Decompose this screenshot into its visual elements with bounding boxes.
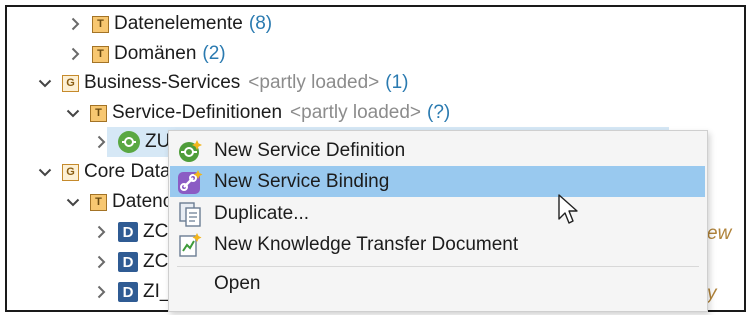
item-count: (1) [385, 72, 409, 93]
chevron-down-icon[interactable] [37, 68, 53, 98]
menu-item-label: Duplicate... [214, 202, 310, 224]
empty-icon-slot [177, 271, 203, 297]
item-count: (8) [248, 13, 273, 34]
tree-item-zc-1[interactable]: D ZC_ [93, 217, 179, 247]
chevron-down-icon[interactable] [65, 187, 81, 217]
type-folder-icon: T [90, 104, 107, 122]
menu-separator [177, 266, 699, 267]
service-binding-icon [177, 169, 203, 195]
tree-item-service-definitionen[interactable]: T Service-Definitionen <partly loaded> (… [65, 98, 450, 128]
item-count: (?) [427, 102, 451, 123]
tree-item-label: Core Data [84, 161, 171, 182]
menu-item-label: Open [214, 272, 261, 294]
service-definition-icon [118, 131, 140, 153]
tree-item-datenelemente[interactable]: T Datenelemente (8) [67, 9, 272, 39]
context-menu: New Service Definition New Service Bindi… [168, 130, 708, 312]
chevron-right-icon[interactable] [93, 217, 109, 247]
menu-item-duplicate[interactable]: Duplicate... [170, 198, 705, 229]
menu-item-new-service-definition[interactable]: New Service Definition [170, 135, 705, 166]
chevron-down-icon[interactable] [65, 98, 81, 128]
tree-item-zui[interactable]: ZUI [93, 127, 176, 157]
tree-item-label: Domänen [114, 43, 197, 64]
group-folder-icon: G [62, 163, 79, 181]
tree-item-core-data[interactable]: G Core Data [37, 157, 171, 187]
duplicate-icon [177, 201, 203, 227]
tree-item-label: Datenelemente [114, 13, 243, 34]
menu-item-new-knowledge-transfer-document[interactable]: New Knowledge Transfer Document [170, 229, 705, 260]
obscured-text: y [707, 283, 717, 304]
partly-loaded-hint: <partly loaded> [248, 72, 380, 93]
knowledge-transfer-icon [177, 232, 203, 258]
service-definition-icon [177, 138, 203, 164]
type-folder-icon: T [92, 45, 109, 63]
type-folder-icon: T [90, 193, 107, 211]
data-definition-icon: D [118, 252, 138, 272]
obscured-text: ew [707, 223, 732, 244]
data-definition-icon: D [118, 282, 138, 302]
partly-loaded-hint: <partly loaded> [290, 102, 422, 123]
menu-item-open[interactable]: Open [170, 268, 705, 299]
chevron-down-icon[interactable] [37, 157, 53, 187]
menu-item-label: New Knowledge Transfer Document [214, 233, 519, 255]
type-folder-icon: T [92, 15, 109, 33]
tree-item-zc-2[interactable]: D ZC_ [93, 247, 179, 277]
chevron-right-icon[interactable] [93, 127, 109, 157]
menu-item-label: New Service Binding [214, 170, 390, 192]
tree-item-label: Service-Definitionen [112, 102, 283, 123]
menu-item-new-service-binding[interactable]: New Service Binding [170, 166, 705, 197]
chevron-right-icon[interactable] [67, 9, 83, 39]
chevron-right-icon[interactable] [93, 277, 109, 307]
tree-item-datendefinitionen[interactable]: T Datenc [65, 187, 172, 217]
group-folder-icon: G [62, 74, 79, 92]
chevron-right-icon[interactable] [93, 247, 109, 277]
menu-item-label: New Service Definition [214, 139, 406, 161]
tree-item-zi[interactable]: D ZI_( [93, 277, 177, 307]
chevron-right-icon[interactable] [67, 39, 83, 69]
tree-item-label: Business-Services [84, 72, 241, 93]
tree-item-domaenen[interactable]: T Domänen (2) [67, 39, 226, 69]
mouse-cursor-icon [558, 194, 578, 224]
tree-item-business-services[interactable]: G Business-Services <partly loaded> (1) [37, 68, 409, 98]
tree-item-label: Datenc [112, 191, 173, 212]
item-count: (2) [202, 43, 226, 64]
data-definition-icon: D [118, 222, 138, 242]
